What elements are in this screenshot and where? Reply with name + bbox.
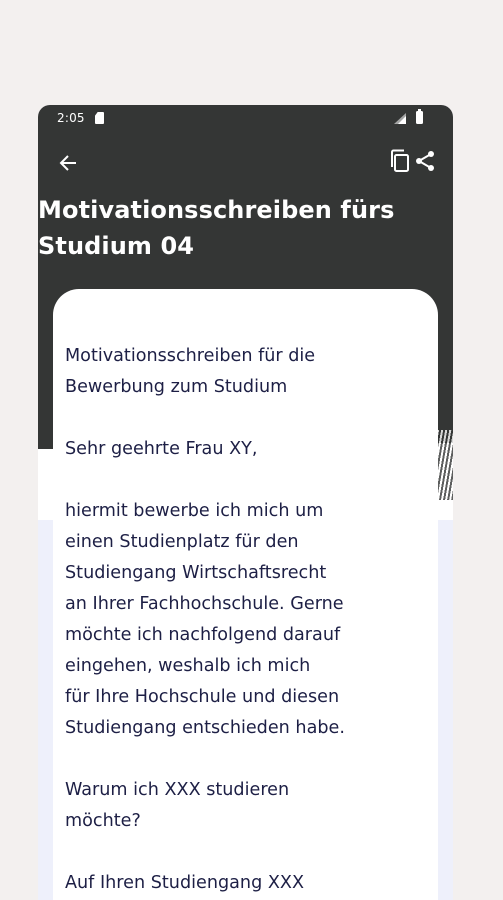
grunge-mark-left: [38, 439, 54, 449]
signal-icon: [394, 113, 406, 124]
letter-card: Motivationsschreiben für die Bewerbung z…: [53, 289, 438, 900]
letter-heading: Motivationsschreiben für die Bewerbung z…: [65, 346, 316, 397]
page-title: Motivationsschreiben fürs Studium 04: [38, 192, 438, 264]
arrow-left-icon: [59, 155, 76, 171]
sd-card-icon: [95, 112, 104, 124]
letter-paragraph: Auf Ihren Studiengang XXX: [65, 873, 304, 893]
status-bar: 2:05: [38, 105, 453, 133]
share-icon: [416, 151, 434, 171]
status-time: 2:05: [57, 111, 85, 125]
letter-section-heading: Warum ich XXX studieren möchte?: [65, 780, 290, 831]
battery-icon: [416, 109, 423, 124]
share-button[interactable]: [412, 147, 438, 175]
back-button[interactable]: [54, 149, 82, 177]
letter-salutation: Sehr geehrte Frau XY,: [65, 439, 258, 459]
copy-icon: [391, 149, 409, 172]
app-screen: 2:05 Motivationsschreiben fürs Studium 0…: [38, 105, 453, 900]
toolbar: [38, 145, 453, 181]
letter-body: Motivationsschreiben für die Bewerbung z…: [65, 341, 430, 900]
letter-paragraph-intro: hiermit bewerbe ich mich um einen Studie…: [65, 501, 345, 738]
page-title-text: Motivationsschreiben fürs Studium 04: [38, 196, 395, 260]
copy-button[interactable]: [388, 147, 412, 175]
